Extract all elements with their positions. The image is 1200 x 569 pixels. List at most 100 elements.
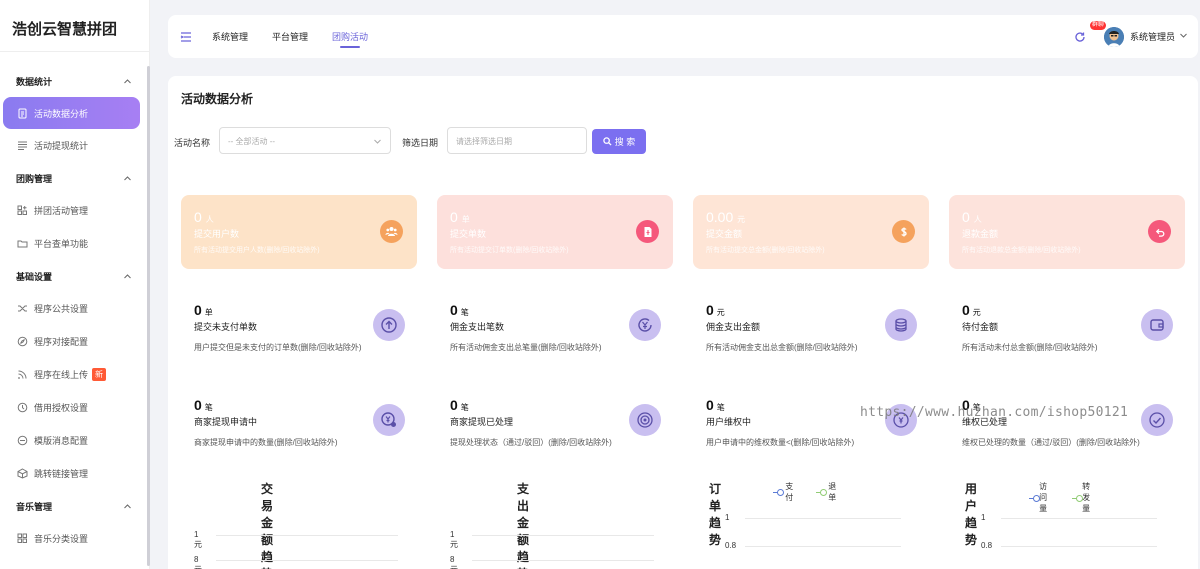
sidebar-item-online-upload[interactable]: 程序在线上传新 — [0, 358, 149, 391]
y-tick-label: 1 — [725, 513, 730, 522]
chevron-up-icon — [123, 77, 131, 85]
apps-icon — [16, 205, 28, 217]
sidebar-group-title: 团购管理 — [16, 173, 53, 184]
wallet-icon — [1141, 309, 1173, 341]
legend-item[interactable]: 访问量 — [1029, 481, 1053, 514]
y-tick-label: 8 元 — [194, 555, 202, 569]
user-name[interactable]: 系统管理员 — [1130, 30, 1175, 43]
activity-select[interactable]: -- 全部活动 -- — [219, 127, 391, 154]
chevron-down-icon[interactable] — [1179, 31, 1188, 42]
check-circle-icon — [1141, 404, 1173, 436]
list-icon — [16, 140, 28, 152]
y-tick-label: 1 — [981, 513, 986, 522]
sidebar-item-order-lookup[interactable]: 平台查单功能 — [0, 227, 149, 260]
stat-unit: 单 — [204, 308, 213, 317]
stat-value: 0 — [706, 302, 714, 318]
users-icon — [380, 220, 403, 243]
commission-amount-stat[interactable]: 0 元佣金支出金额 所有活动佣金支出总金额(删除/回收站除外) — [706, 302, 941, 362]
sidebar-group[interactable]: 数据统计 — [0, 65, 149, 97]
minus-circle-icon — [16, 435, 28, 447]
gridline — [472, 535, 654, 536]
gridline — [216, 560, 398, 561]
dollar-icon — [892, 220, 915, 243]
sidebar-item-music-category[interactable]: 音乐分类设置 — [0, 522, 149, 555]
menu-toggle-icon[interactable] — [180, 31, 192, 43]
user-avatar-wrap[interactable]: 群聊 — [1089, 20, 1124, 47]
chevron-up-icon — [123, 272, 131, 280]
tab-platform[interactable]: 平台管理 — [272, 15, 308, 58]
watermark-text: https://www.huzhan.com/ishop50121 — [860, 405, 1129, 420]
folder-icon — [16, 238, 28, 250]
legend-label: 退单 — [828, 482, 837, 502]
top-bar: 系统管理 平台管理 团购活动 群聊 系统管理员 — [168, 15, 1198, 58]
sidebar-item-template-message[interactable]: 模版消息配置 — [0, 424, 149, 457]
commission-count-stat[interactable]: 0 笔佣金支出笔数 所有活动佣金支出总笔量(删除/回收站除外) — [450, 302, 685, 362]
card-value: 0.00 — [706, 209, 734, 225]
submit-amount-card[interactable]: 0.00 元提交金额 所有活动提交总金额(删除/回收站除外) — [693, 195, 929, 269]
sidebar-item-redirect-links[interactable]: 跳转链接管理 — [0, 457, 149, 490]
stat-value: 0 — [194, 302, 202, 318]
search-button[interactable]: 搜 索 — [592, 129, 646, 154]
sidebar-item-group-buy-manage[interactable]: 拼团活动管理 — [0, 194, 149, 227]
sidebar-item-common-settings[interactable]: 程序公共设置 — [0, 292, 149, 325]
card-unit: 人 — [205, 215, 214, 224]
gridline — [1001, 546, 1157, 547]
avatar[interactable] — [1103, 26, 1124, 47]
sidebar-item-activity-analysis[interactable]: 活动数据分析 — [3, 97, 140, 129]
sidebar-item-auth-settings[interactable]: 借用授权设置 — [0, 391, 149, 424]
y-tick-label: 1 元 — [194, 530, 202, 549]
sidebar-item-withdraw-stats[interactable]: 活动提现统计 — [0, 129, 149, 162]
card-value: 0 — [194, 209, 202, 225]
new-badge: 新 — [92, 368, 107, 381]
undo-icon — [1148, 220, 1171, 243]
unpaid-orders-stat[interactable]: 0 单提交未支付单数 用户提交但是未支付的订单数(删除/回收站除外) — [194, 302, 429, 362]
submit-orders-card[interactable]: 0 单提交单数 所有活动提交订单数(删除/回收站除外) — [437, 195, 673, 269]
stat-value: 0 — [194, 397, 202, 413]
refund-amount-card[interactable]: 0 人退款金额 所有活动退款总金额(删除/回收站除外) — [949, 195, 1185, 269]
y-tick-label: 8 元 — [450, 555, 458, 569]
sidebar-item-label: 拼团活动管理 — [34, 206, 89, 216]
cube-icon — [16, 468, 28, 480]
chevron-up-icon — [123, 174, 131, 182]
tab-label: 团购活动 — [332, 32, 369, 42]
sidebar-group[interactable]: 音乐管理 — [0, 490, 149, 522]
legend-item[interactable]: 退单 — [816, 481, 840, 503]
tab-system[interactable]: 系统管理 — [212, 15, 248, 58]
activity-filter-label: 活动名称 — [174, 138, 211, 148]
legend-marker — [773, 489, 785, 496]
stat-description: 所有活动未付总金额(删除/回收站除外) — [962, 343, 1098, 352]
search-button-label: 搜 索 — [614, 137, 636, 147]
y-tick-label: 1 元 — [450, 530, 458, 549]
sidebar: 浩创云智慧拼团 数据统计 活动数据分析 活动提现统计 团购管理 拼团活动管理 平台查单功能… — [0, 0, 150, 569]
stat-description: 维权已处理的数量（通过/驳回）(删除/回收站除外) — [962, 438, 1140, 447]
sidebar-item-label: 音乐分类设置 — [34, 534, 89, 544]
sidebar-item-api-config[interactable]: 程序对接配置 — [0, 325, 149, 358]
top-right: 群聊 系统管理员 — [1074, 15, 1188, 58]
card-description: 所有活动退款总金额(删除/回收站除外) — [962, 247, 1081, 254]
sidebar-group[interactable]: 基础设置 — [0, 260, 149, 292]
tab-group-activity[interactable]: 团购活动 — [332, 15, 368, 58]
card-description: 所有活动提交总金额(删除/回收站除外) — [706, 247, 825, 254]
legend-item[interactable]: 转发量 — [1072, 481, 1096, 514]
sidebar-group[interactable]: 团购管理 — [0, 162, 149, 194]
tab-label: 系统管理 — [212, 32, 249, 42]
tab-label: 平台管理 — [272, 32, 309, 42]
card-value: 0 — [450, 209, 458, 225]
merchant-withdraw-done-stat[interactable]: 0 笔商家提现已处理 提现处理状态（通过/驳回）(删除/回收站除外) — [450, 397, 685, 457]
submit-users-card[interactable]: 0 人提交用户数 所有活动提交用户人数(删除/回收站除外) — [181, 195, 417, 269]
date-picker-input[interactable]: 请选择筛选日期 — [447, 127, 587, 154]
sidebar-item-label: 模版消息配置 — [34, 436, 89, 446]
refresh-icon[interactable] — [1074, 31, 1086, 43]
legend-item[interactable]: 支付 — [773, 481, 797, 503]
sidebar-group-title: 数据统计 — [16, 76, 53, 87]
stat-unit: 笔 — [460, 403, 469, 412]
shuffle-icon — [16, 303, 28, 315]
y-tick-label: 0.8 — [725, 541, 737, 550]
pending-amount-stat[interactable]: 0 元待付金额 所有活动未付总金额(删除/回收站除外) — [962, 302, 1197, 362]
side-menu: 数据统计活动数据分析 活动提现统计团购管理拼团活动管理平台查单功能 基础设置 程序公共… — [0, 52, 149, 555]
chevron-up-icon — [123, 502, 131, 510]
card-unit: 元 — [737, 215, 746, 224]
page-title: 活动数据分析 — [181, 92, 254, 106]
merchant-withdraw-pending-stat[interactable]: 0 笔商家提现申请中 商家提现申请中的数量(删除/回收站除外) — [194, 397, 429, 457]
sidebar-scrollbar[interactable] — [147, 66, 150, 566]
